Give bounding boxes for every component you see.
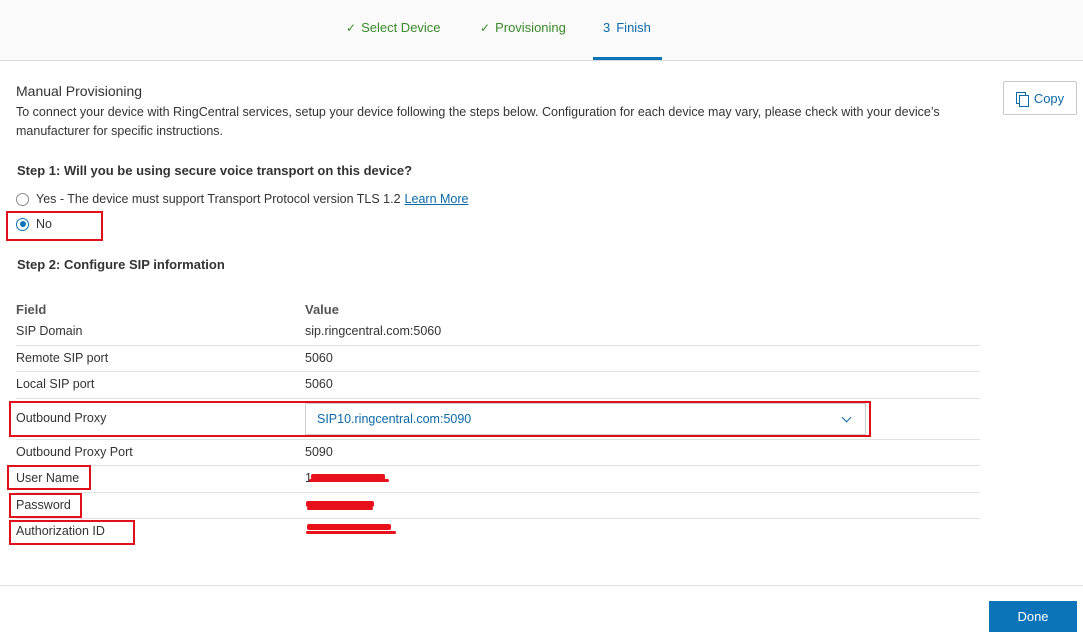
step-provisioning[interactable]: ✓ Provisioning (480, 20, 566, 35)
highlight-box-no (6, 211, 103, 241)
step-finish[interactable]: 3 Finish (603, 20, 651, 35)
field-sip-domain: SIP Domain (16, 324, 83, 338)
radio-yes-label: Yes - The device must support Transport … (36, 192, 401, 206)
value-local-sip-port: 5060 (305, 377, 333, 391)
row-divider (16, 518, 980, 519)
copy-button-label: Copy (1033, 90, 1065, 106)
highlight-box-outbound-proxy (9, 401, 871, 437)
done-button[interactable]: Done (989, 601, 1077, 632)
redaction-mark (306, 531, 396, 534)
radio-option-yes[interactable]: Yes - The device must support Transport … (16, 192, 468, 206)
footer-divider (0, 585, 1083, 586)
wizard-header: ✓ Select Device ✓ Provisioning 3 Finish (0, 0, 1083, 61)
step1-heading: Step 1: Will you be using secure voice t… (17, 163, 413, 178)
copy-icon (1015, 91, 1029, 107)
column-header-value: Value (305, 302, 339, 317)
copy-button[interactable]: Copy (1003, 81, 1077, 115)
row-divider (16, 465, 980, 466)
value-remote-sip-port: 5060 (305, 351, 333, 365)
column-header-field: Field (16, 302, 47, 317)
field-outbound-proxy-port: Outbound Proxy Port (16, 445, 133, 459)
row-divider (16, 398, 980, 399)
highlight-box-authorization-id (9, 520, 135, 545)
redaction-mark (309, 479, 389, 482)
check-icon: ✓ (346, 21, 357, 35)
field-local-sip-port: Local SIP port (16, 377, 95, 391)
step-select-device[interactable]: ✓ Select Device (346, 20, 441, 35)
row-divider (16, 439, 980, 440)
redaction-mark (307, 524, 391, 530)
highlight-box-user-name (7, 465, 91, 490)
highlight-box-password (9, 493, 82, 518)
field-remote-sip-port: Remote SIP port (16, 351, 109, 365)
page-description: To connect your device with RingCentral … (16, 105, 940, 138)
step-label: Finish (616, 20, 651, 35)
step-number: 3 (603, 20, 611, 35)
redaction-mark (307, 507, 373, 510)
check-icon: ✓ (480, 21, 491, 35)
row-divider (16, 492, 980, 493)
step-label: Select Device (361, 20, 441, 35)
row-divider (16, 371, 980, 372)
radio-yes[interactable] (16, 192, 29, 206)
active-step-indicator (593, 57, 662, 60)
page-title: Manual Provisioning (16, 83, 143, 99)
value-sip-domain: sip.ringcentral.com:5060 (305, 324, 442, 338)
row-divider (16, 345, 980, 346)
step2-heading: Step 2: Configure SIP information (17, 257, 225, 272)
value-outbound-proxy-port: 5090 (305, 445, 333, 459)
step-label: Provisioning (495, 20, 566, 35)
learn-more-link[interactable]: Learn More (405, 192, 469, 206)
